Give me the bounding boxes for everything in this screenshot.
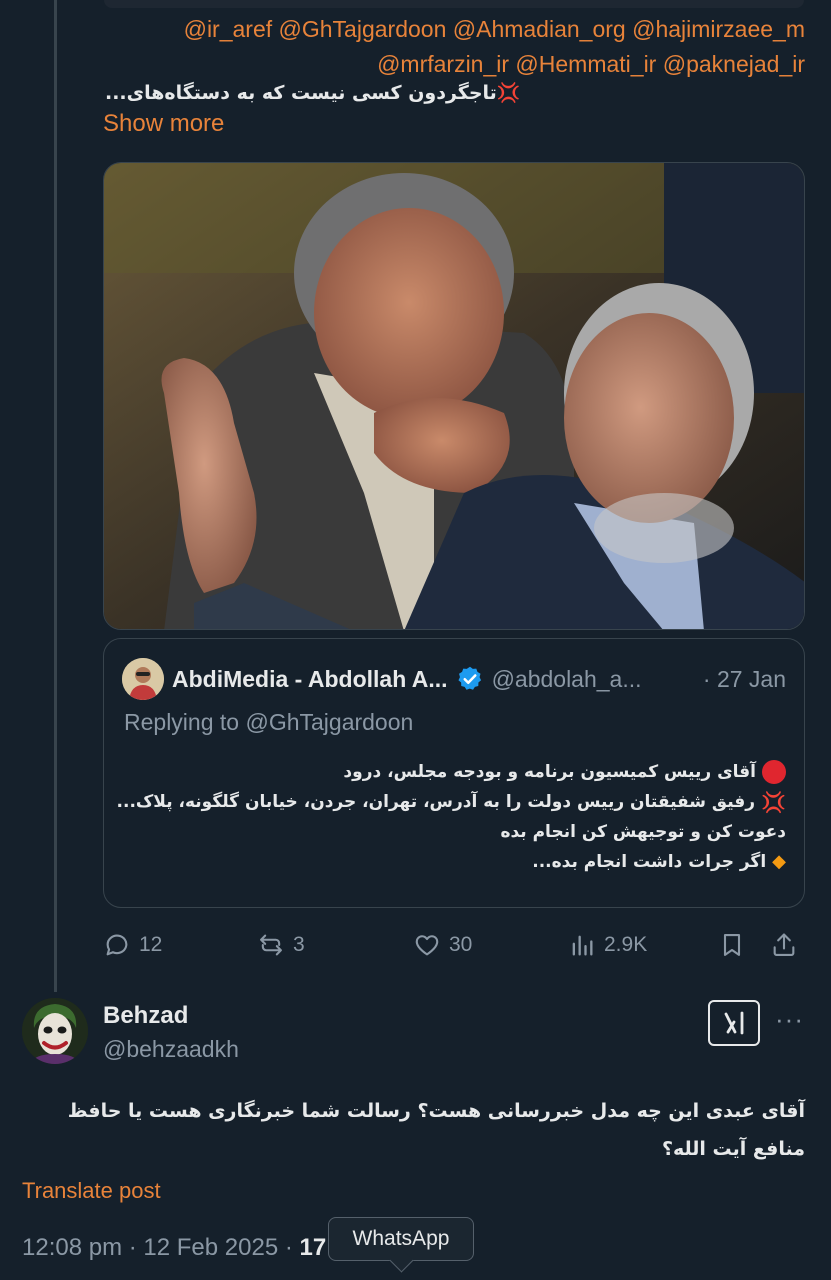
share-icon xyxy=(773,933,795,956)
repost-count: 3 xyxy=(293,933,305,956)
mentions-line-1[interactable]: @ir_aref @GhTajgardoon @Ahmadian_org @ha… xyxy=(105,12,805,47)
action-bar: 12 3 30 2.9K xyxy=(103,926,805,964)
replying-to-prefix: Replying to xyxy=(124,709,246,735)
bookmark-icon xyxy=(723,934,741,956)
verified-badge-icon xyxy=(458,666,481,690)
replying-to-handle[interactable]: @GhTajgardoon xyxy=(245,709,413,735)
timestamp-text[interactable]: 12:08 pm · 12 Feb 2025 · xyxy=(22,1234,300,1261)
reply-author-handle[interactable]: @behzaadkh xyxy=(103,1036,239,1063)
quoted-line-2-text: رفیق شفیقتان رییس دولت را به آدرس، تهران… xyxy=(116,792,756,812)
reply-tweet-text: آقای عبدی این چه مدل خبررسانی هست؟ رسالت… xyxy=(67,1100,805,1160)
avatar-icon xyxy=(122,658,164,700)
translate-post-link[interactable]: Translate post xyxy=(22,1178,161,1204)
orange-diamond-icon: ◆ xyxy=(772,851,786,872)
reply-author-name[interactable]: Behzad xyxy=(103,1002,188,1030)
replying-to: Replying to @GhTajgardoon xyxy=(124,709,413,736)
views-count: 2.9K xyxy=(604,933,648,956)
heart-icon xyxy=(415,935,439,956)
share-action[interactable] xyxy=(770,931,805,959)
quoted-line-1-text: آقای رییس کمیسیون برنامه و بودجه مجلس، د… xyxy=(343,762,756,782)
photo-illustration xyxy=(104,163,804,629)
quoted-author-handle[interactable]: @abdolah_a... xyxy=(492,666,642,693)
quoted-avatar[interactable] xyxy=(122,658,164,700)
bookmark-action[interactable] xyxy=(718,931,770,959)
quoted-tweet-header: AbdiMedia - Abdollah A... @abdolah_a... … xyxy=(122,658,786,700)
like-action[interactable]: 30 xyxy=(413,931,568,959)
grok-icon xyxy=(724,1011,744,1035)
anger-symbol-icon: 💢 xyxy=(761,790,786,814)
tweet-text: 💢تاجگردون کسی نیست که به دستگاه‌های... xyxy=(105,82,521,104)
joker-avatar-icon xyxy=(22,998,88,1064)
quoted-line-1: آقای رییس کمیسیون برنامه و بودجه مجلس، د… xyxy=(126,757,786,787)
mentions-line-2[interactable]: @mrfarzin_ir @Hemmati_ir @paknejad_ir xyxy=(105,47,805,82)
red-circle-icon xyxy=(762,760,786,784)
repost-action[interactable]: 3 xyxy=(257,931,413,959)
views-chart-icon xyxy=(572,935,593,956)
show-more-link[interactable]: Show more xyxy=(103,110,224,138)
reply-action[interactable]: 12 xyxy=(103,931,257,959)
views-partial: 17 xyxy=(299,1234,327,1261)
quoted-author-name[interactable]: AbdiMedia - Abdollah A... xyxy=(172,666,448,693)
quoted-tweet-card[interactable]: AbdiMedia - Abdollah A... @abdolah_a... … xyxy=(103,638,805,908)
repost-icon xyxy=(260,934,282,956)
views-action[interactable]: 2.9K xyxy=(568,931,718,959)
more-options-icon[interactable]: ··· xyxy=(775,1004,804,1035)
quoted-line-3: دعوت کن و توجیهش کن انجام بده xyxy=(126,817,786,847)
previous-card-edge xyxy=(104,0,804,8)
reply-author-avatar[interactable] xyxy=(22,998,88,1064)
quoted-line-2: 💢 رفیق شفیقتان رییس دولت را به آدرس، تهر… xyxy=(117,787,786,817)
like-count: 30 xyxy=(449,933,473,956)
quoted-tweet-body: آقای رییس کمیسیون برنامه و بودجه مجلس، د… xyxy=(117,757,786,877)
grok-button[interactable] xyxy=(708,1000,760,1046)
whatsapp-tooltip: WhatsApp xyxy=(328,1217,474,1261)
quoted-line-3-text: دعوت کن و توجیهش کن انجام بده xyxy=(500,822,786,842)
reply-icon xyxy=(106,934,128,956)
quoted-line-4: ◆ اگر جرات داشت انجام بده... xyxy=(126,847,786,877)
post-timestamp: 12:08 pm · 12 Feb 2025 · 17 xyxy=(22,1234,326,1262)
quoted-line-4-text: اگر جرات داشت انجام بده... xyxy=(532,852,767,872)
quoted-date: · 27 Jan xyxy=(702,665,786,692)
mentions-block: @ir_aref @GhTajgardoon @Ahmadian_org @ha… xyxy=(105,12,805,82)
reply-author-row: Behzad @behzaadkh ··· xyxy=(22,998,808,1068)
tweet-photo[interactable] xyxy=(103,162,805,630)
thread-connector-line xyxy=(54,0,57,992)
reply-count: 12 xyxy=(139,933,163,956)
